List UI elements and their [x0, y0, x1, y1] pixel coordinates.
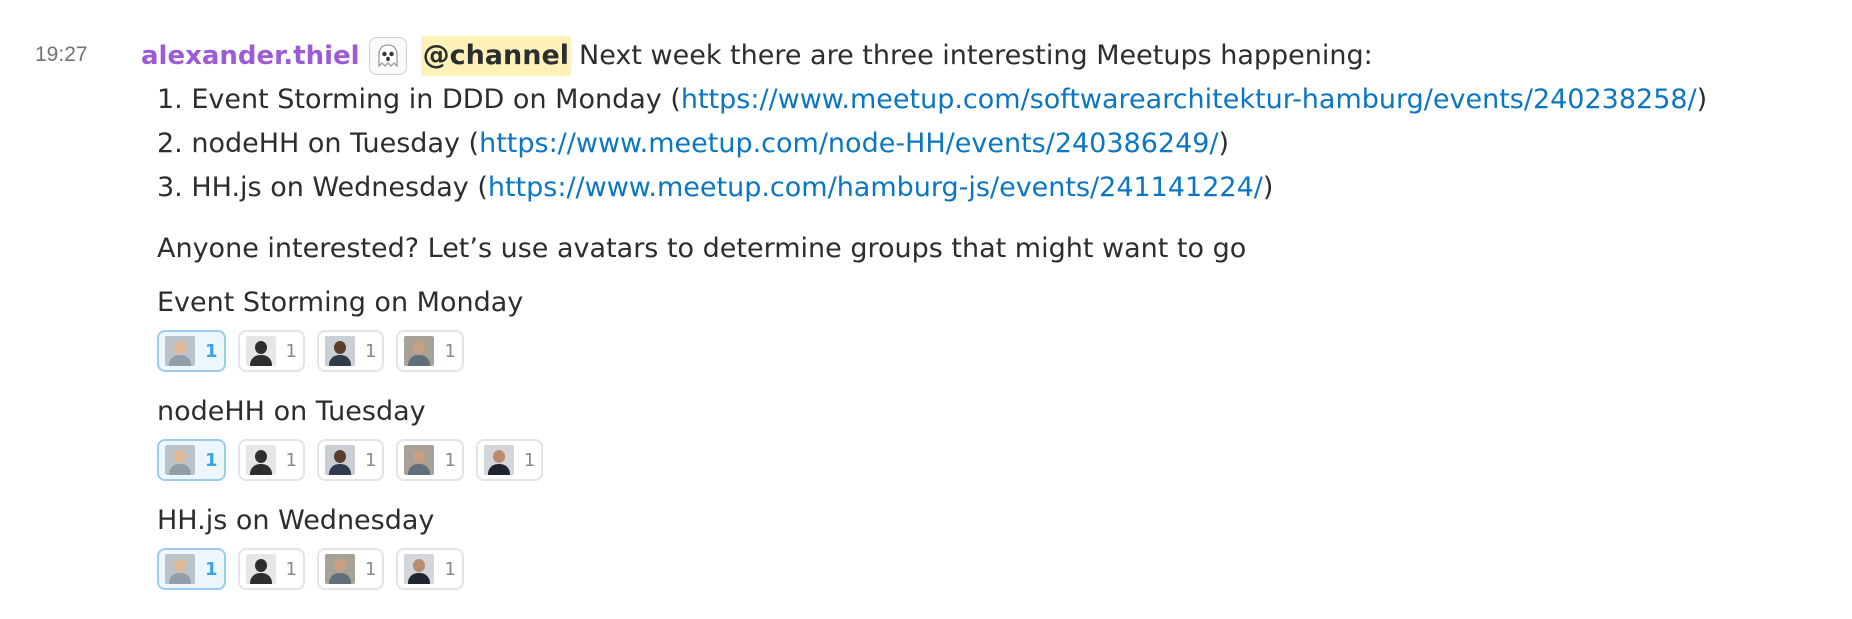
chat-message: 19:27 alexander.thiel @channel Next week… [0, 0, 1852, 619]
avatar-man-office [324, 554, 355, 584]
reaction-pill[interactable]: 1 [396, 439, 464, 481]
reaction-pill[interactable]: 1 [157, 330, 226, 372]
group-title: Event Storming on Monday [157, 287, 524, 318]
reaction-count: 1 [444, 340, 456, 362]
reaction-pill[interactable]: 1 [157, 548, 226, 590]
reaction-pill[interactable]: 1 [316, 439, 385, 481]
reaction-pill[interactable]: 1 [237, 330, 305, 372]
author-name[interactable]: alexander.thiel [141, 36, 360, 76]
avatar-blond-man [165, 336, 195, 366]
avatar-bearded-man [404, 554, 435, 584]
intro-text: Next week there are three interesting Me… [579, 40, 1373, 71]
reaction-pill[interactable]: 1 [396, 330, 464, 372]
message-timestamp[interactable]: 19:27 [35, 43, 88, 67]
meetup-list: 1. Event Storming in DDD on Monday (http… [157, 78, 1707, 210]
reaction-bar: 1 1 1 1 [157, 330, 464, 372]
avatar-blond-man [165, 445, 195, 475]
list-item-suffix: ) [1218, 128, 1230, 159]
message-header: alexander.thiel @channel Next week there… [141, 36, 1373, 76]
avatar-silhouette [245, 554, 276, 584]
reaction-count: 1 [364, 558, 377, 580]
reaction-bar: 1 1 1 1 1 [157, 439, 544, 481]
list-item: 2. nodeHH on Tuesday (https://www.meetup… [157, 122, 1707, 166]
avatar-dark-man [324, 336, 355, 366]
reaction-count: 1 [285, 449, 297, 471]
list-item-suffix: ) [1696, 84, 1708, 115]
list-item-suffix: ) [1262, 172, 1274, 203]
question-text: Anyone interested? Let’s use avatars to … [157, 233, 1247, 264]
avatar-dark-man [324, 445, 355, 475]
reaction-pill[interactable]: 1 [316, 330, 385, 372]
reaction-count: 1 [444, 449, 456, 471]
reaction-count: 1 [523, 449, 536, 471]
meetup-link[interactable]: https://www.meetup.com/softwarearchitekt… [681, 84, 1697, 115]
reaction-count: 1 [285, 340, 297, 362]
channel-mention[interactable]: @channel [420, 36, 572, 76]
list-item: 1. Event Storming in DDD on Monday (http… [157, 78, 1707, 122]
reaction-count: 1 [205, 449, 218, 471]
group-title: nodeHH on Tuesday [157, 396, 426, 427]
ghost-icon [368, 37, 407, 75]
reaction-pill[interactable]: 1 [157, 439, 226, 481]
list-item-text: 2. nodeHH on Tuesday ( [157, 128, 480, 159]
reaction-pill[interactable]: 1 [316, 548, 385, 590]
reaction-count: 1 [205, 340, 218, 362]
reaction-count: 1 [285, 558, 297, 580]
group-title: HH.js on Wednesday [157, 505, 435, 536]
avatar-blond-man [165, 554, 195, 584]
avatar-man-office [404, 336, 435, 366]
reaction-pill[interactable]: 1 [396, 548, 464, 590]
reaction-pill[interactable]: 1 [475, 439, 544, 481]
list-item: 3. HH.js on Wednesday (https://www.meetu… [157, 166, 1707, 210]
reaction-bar: 1 1 1 1 [157, 548, 464, 590]
reaction-count: 1 [364, 449, 377, 471]
avatar-bearded-man [483, 445, 514, 475]
avatar-man-office [404, 445, 435, 475]
reaction-pill[interactable]: 1 [237, 439, 305, 481]
meetup-link[interactable]: https://www.meetup.com/hamburg-js/events… [488, 172, 1263, 203]
list-item-text: 3. HH.js on Wednesday ( [157, 172, 488, 203]
reaction-count: 1 [444, 558, 456, 580]
avatar-silhouette [245, 445, 276, 475]
meetup-link[interactable]: https://www.meetup.com/node-HH/events/24… [479, 128, 1218, 159]
reaction-pill[interactable]: 1 [237, 548, 305, 590]
avatar-silhouette [245, 336, 276, 366]
reaction-count: 1 [205, 558, 218, 580]
reaction-count: 1 [364, 340, 377, 362]
list-item-text: 1. Event Storming in DDD on Monday ( [157, 84, 681, 115]
